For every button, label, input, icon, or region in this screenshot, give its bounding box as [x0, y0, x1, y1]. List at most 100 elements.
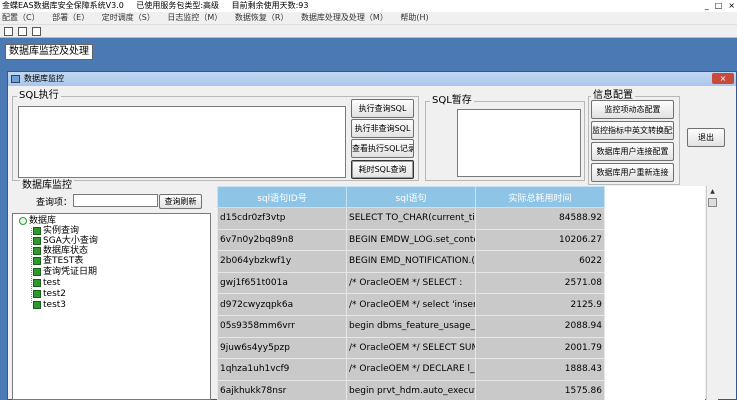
close-app-button[interactable]: × — [728, 1, 735, 11]
window-title-bar: 数据库监控 × — [8, 72, 736, 86]
tree-item-label: 查询凭证日期 — [43, 267, 98, 277]
query-refresh-button[interactable]: 查询刷新 — [159, 194, 202, 209]
tree-item-label: 查TEST表 — [43, 256, 84, 266]
metric-translation-config-button[interactable]: 监控指标中英文转换配置 — [591, 121, 674, 140]
exit-button[interactable]: 退出 — [687, 128, 725, 147]
cell-sql-id[interactable]: 6ajkhukk78nsr — [217, 379, 347, 400]
cell-sql-id[interactable]: 1qhza1uh1vcf9 — [217, 358, 347, 381]
tree-item-sga[interactable]: SGA大小查询 — [33, 236, 98, 246]
query-item-label: 查询项： — [36, 198, 73, 208]
monitor-item-config-button[interactable]: 监控项动态配置 — [591, 100, 674, 119]
menu-config[interactable]: 配置（C） — [2, 13, 40, 22]
cell-sql-text[interactable]: /* OracleOEM */ SELECT SUM — [346, 336, 476, 360]
column-header-sql-id[interactable]: sql语句ID号 — [217, 186, 347, 208]
cell-sql-text[interactable]: begin dbms_feature_usage_int — [346, 314, 476, 338]
cell-sql-text[interactable]: SELECT TO_CHAR(current_tir — [346, 207, 476, 230]
tree-item-test3[interactable]: test3 — [33, 300, 66, 310]
column-header-elapsed[interactable]: 实际总耗用时间 — [475, 186, 605, 208]
scroll-thumb[interactable] — [708, 198, 717, 207]
window-icon — [11, 75, 20, 83]
cell-sql-id[interactable]: gwj1f651t001a — [217, 271, 347, 295]
query-node-icon — [33, 290, 41, 298]
column-header-sql-text[interactable]: sql语句 — [346, 186, 476, 208]
section-title: 数据库监控及处理 — [5, 44, 93, 60]
cell-sql-text[interactable]: BEGIN EMD_NOTIFICATION.( — [346, 250, 476, 273]
sql-exec-textarea[interactable] — [18, 106, 346, 178]
cell-sql-text[interactable]: /* OracleOEM */ SELECT : — [346, 271, 476, 295]
cell-elapsed[interactable]: 2088.94 — [475, 314, 605, 338]
query-node-icon — [33, 279, 41, 287]
db-user-connection-config-button[interactable]: 数据库用户连接配置 — [591, 142, 674, 161]
cell-elapsed[interactable]: 84588.92 — [475, 207, 605, 230]
sql-exec-label: SQL执行 — [17, 90, 61, 102]
maximize-button[interactable]: □ — [715, 1, 723, 11]
tree-item-label: test2 — [43, 289, 67, 299]
query-node-icon — [33, 247, 41, 255]
cell-elapsed[interactable]: 10206.27 — [475, 228, 605, 252]
toolbar-tree-icon[interactable] — [18, 27, 27, 36]
query-node-icon — [33, 237, 41, 245]
cell-sql-id[interactable]: d972cwyzqpk6a — [217, 293, 347, 316]
exec-nonquery-sql-button[interactable]: 执行非查询SQL — [351, 119, 414, 138]
query-node-icon — [33, 257, 41, 265]
tree-item-test-table[interactable]: 查TEST表 — [33, 256, 83, 266]
db-user-reconnect-button[interactable]: 数据库用户重新连接 — [591, 163, 674, 182]
table-row[interactable]: 6v7n0y2bq89n8 BEGIN EMDW_LOG.set_conte 1… — [217, 228, 605, 252]
tree-item-voucher-date[interactable]: 查询凭证日期 — [33, 267, 97, 277]
table-row[interactable]: d972cwyzqpk6a /* OracleOEM */ select 'in… — [217, 293, 605, 316]
menu-schedule[interactable]: 定时调度（S） — [102, 13, 155, 22]
tree-item-test2[interactable]: test2 — [33, 289, 66, 299]
exec-query-sql-button[interactable]: 执行查询SQL — [351, 99, 414, 118]
table-row[interactable]: 9juw6s4yy5pzp /* OracleOEM */ SELECT SUM… — [217, 336, 605, 360]
view-sql-log-button[interactable]: 查看执行SQL记录 — [351, 139, 414, 158]
menu-db-processing[interactable]: 数据库处理及处理（M） — [301, 13, 388, 22]
table-row[interactable]: d15cdr0zf3vtp SELECT TO_CHAR(current_tir… — [217, 207, 605, 230]
tree-item-label: 实例查询 — [43, 226, 80, 236]
tree-item-label: test3 — [43, 300, 67, 310]
scroll-up-icon[interactable]: ▲ — [708, 187, 717, 196]
cell-elapsed[interactable]: 1888.43 — [475, 358, 605, 381]
window-close-button[interactable]: × — [712, 73, 734, 84]
query-node-icon — [33, 268, 41, 276]
menu-help[interactable]: 帮助(H) — [400, 13, 428, 22]
toolbar-list-icon[interactable] — [32, 27, 41, 36]
toolbar-tool-icon[interactable] — [4, 27, 13, 36]
cell-sql-text[interactable]: begin prvt_hdm.auto_execute( — [346, 379, 476, 400]
cell-elapsed[interactable]: 1575.86 — [475, 379, 605, 400]
table-row[interactable]: 05s9358mm6vrr begin dbms_feature_usage_i… — [217, 314, 605, 338]
slow-sql-query-button[interactable]: 耗时SQL查询 — [351, 160, 414, 179]
cell-sql-id[interactable]: 9juw6s4yy5pzp — [217, 336, 347, 360]
cell-elapsed[interactable]: 2571.08 — [475, 271, 605, 295]
cell-sql-id[interactable]: 05s9358mm6vrr — [217, 314, 347, 338]
sql-temp-textarea[interactable] — [457, 109, 581, 177]
cell-elapsed[interactable]: 2125.9 — [475, 293, 605, 316]
query-item-input[interactable] — [73, 194, 158, 207]
tree-item-instance[interactable]: 实例查询 — [33, 226, 79, 236]
grid-scrollbar[interactable]: ▲ — [706, 186, 718, 400]
menu-log-monitor[interactable]: 日志监控（M） — [167, 13, 222, 22]
table-row[interactable]: 6ajkhukk78nsr begin prvt_hdm.auto_execut… — [217, 379, 605, 400]
tree-root[interactable]: 数据库 — [19, 216, 56, 226]
table-row[interactable]: 1qhza1uh1vcf9 /* OracleOEM */ DECLARE l_… — [217, 358, 605, 381]
cell-elapsed[interactable]: 2001.79 — [475, 336, 605, 360]
menu-data-recovery[interactable]: 数据恢复（R） — [235, 13, 289, 22]
table-row[interactable]: gwj1f651t001a /* OracleOEM */ SELECT : 2… — [217, 271, 605, 295]
sql-temp-label: SQL暂存 — [430, 95, 474, 107]
menu-deploy[interactable]: 部署（E） — [52, 13, 89, 22]
app-title: 金蝶EAS数据库安全保障系统V3.0 — [2, 1, 124, 10]
cell-sql-text[interactable]: BEGIN EMDW_LOG.set_conte — [346, 228, 476, 252]
tree-item-label: SGA大小查询 — [43, 236, 98, 246]
menu-bar: 配置（C） 部署（E） 定时调度（S） 日志监控（M） 数据恢复（R） 数据库处… — [0, 12, 737, 24]
tree-guide-line — [31, 228, 32, 303]
cell-sql-id[interactable]: 6v7n0y2bq89n8 — [217, 228, 347, 252]
cell-elapsed[interactable]: 6022 — [475, 250, 605, 273]
minimize-button[interactable]: _ — [705, 1, 709, 11]
cell-sql-text[interactable]: /* OracleOEM */ select 'insert_t — [346, 293, 476, 316]
table-row[interactable]: 2b064ybzkwf1y BEGIN EMD_NOTIFICATION.( 6… — [217, 250, 605, 273]
cell-sql-id[interactable]: 2b064ybzkwf1y — [217, 250, 347, 273]
grid-header-row: sql语句ID号 sql语句 实际总耗用时间 — [217, 186, 605, 208]
cell-sql-text[interactable]: /* OracleOEM */ DECLARE l_ — [346, 358, 476, 381]
cell-sql-id[interactable]: d15cdr0zf3vtp — [217, 207, 347, 230]
tree-item-db-status[interactable]: 数据库状态 — [33, 246, 88, 256]
tree-item-test[interactable]: test — [33, 278, 60, 288]
